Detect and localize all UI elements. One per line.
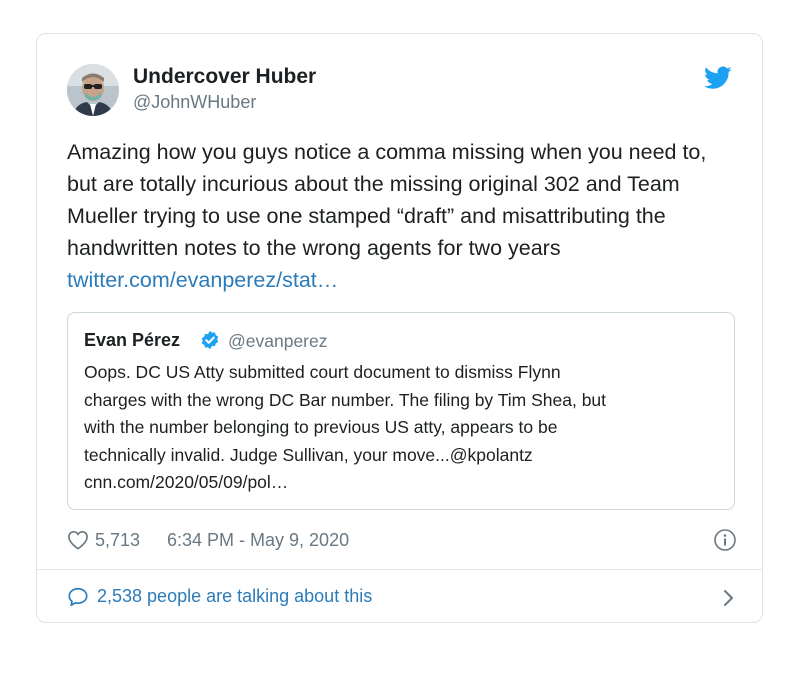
quoted-tweet-text: Oops. DC US Atty submitted court documen… — [84, 359, 724, 497]
divider — [37, 569, 762, 570]
author-handle[interactable]: @JohnWHuber — [133, 92, 256, 113]
tweet-meta: 5,713 6:34 PM - May 9, 2020 — [67, 528, 737, 554]
tweet-card: Undercover Huber @JohnWHuber Amazing how… — [36, 33, 763, 623]
twitter-bird-icon[interactable] — [704, 66, 732, 90]
quoted-line: technically invalid. Judge Sullivan, you… — [84, 444, 533, 465]
quoted-author-name[interactable]: Evan Pérez — [84, 330, 180, 351]
quoted-line: Oops. DC US Atty submitted court documen… — [84, 362, 561, 382]
tweet-body: Amazing how you guys notice a comma miss… — [67, 140, 707, 260]
quoted-tweet[interactable]: Evan Pérez @evanperez Oops. DC US Atty s… — [67, 312, 735, 510]
chevron-right-icon[interactable] — [721, 588, 735, 608]
tweet-text: Amazing how you guys notice a comma miss… — [67, 136, 737, 296]
talking-count[interactable]: 2,538 people are talking about this — [97, 586, 372, 607]
conversation-link[interactable]: 2,538 people are talking about this — [67, 582, 735, 612]
tweet-link[interactable]: twitter.com/evanperez/stat… — [67, 268, 338, 292]
info-icon[interactable] — [713, 528, 737, 552]
speech-bubble-icon — [68, 587, 88, 607]
author-name[interactable]: Undercover Huber — [133, 65, 316, 89]
heart-icon[interactable] — [67, 530, 89, 550]
verified-badge-icon — [201, 330, 219, 350]
timestamp[interactable]: 6:34 PM - May 9, 2020 — [167, 530, 349, 551]
quoted-author-handle[interactable]: @evanperez — [228, 331, 328, 352]
quoted-line: charges with the wrong DC Bar number. Th… — [84, 389, 607, 410]
avatar[interactable] — [67, 64, 119, 116]
quoted-link[interactable]: cnn.com/2020/05/09/pol… — [84, 469, 724, 497]
like-count[interactable]: 5,713 — [95, 530, 140, 551]
quoted-line: with the number belonging to previous US… — [84, 417, 558, 437]
